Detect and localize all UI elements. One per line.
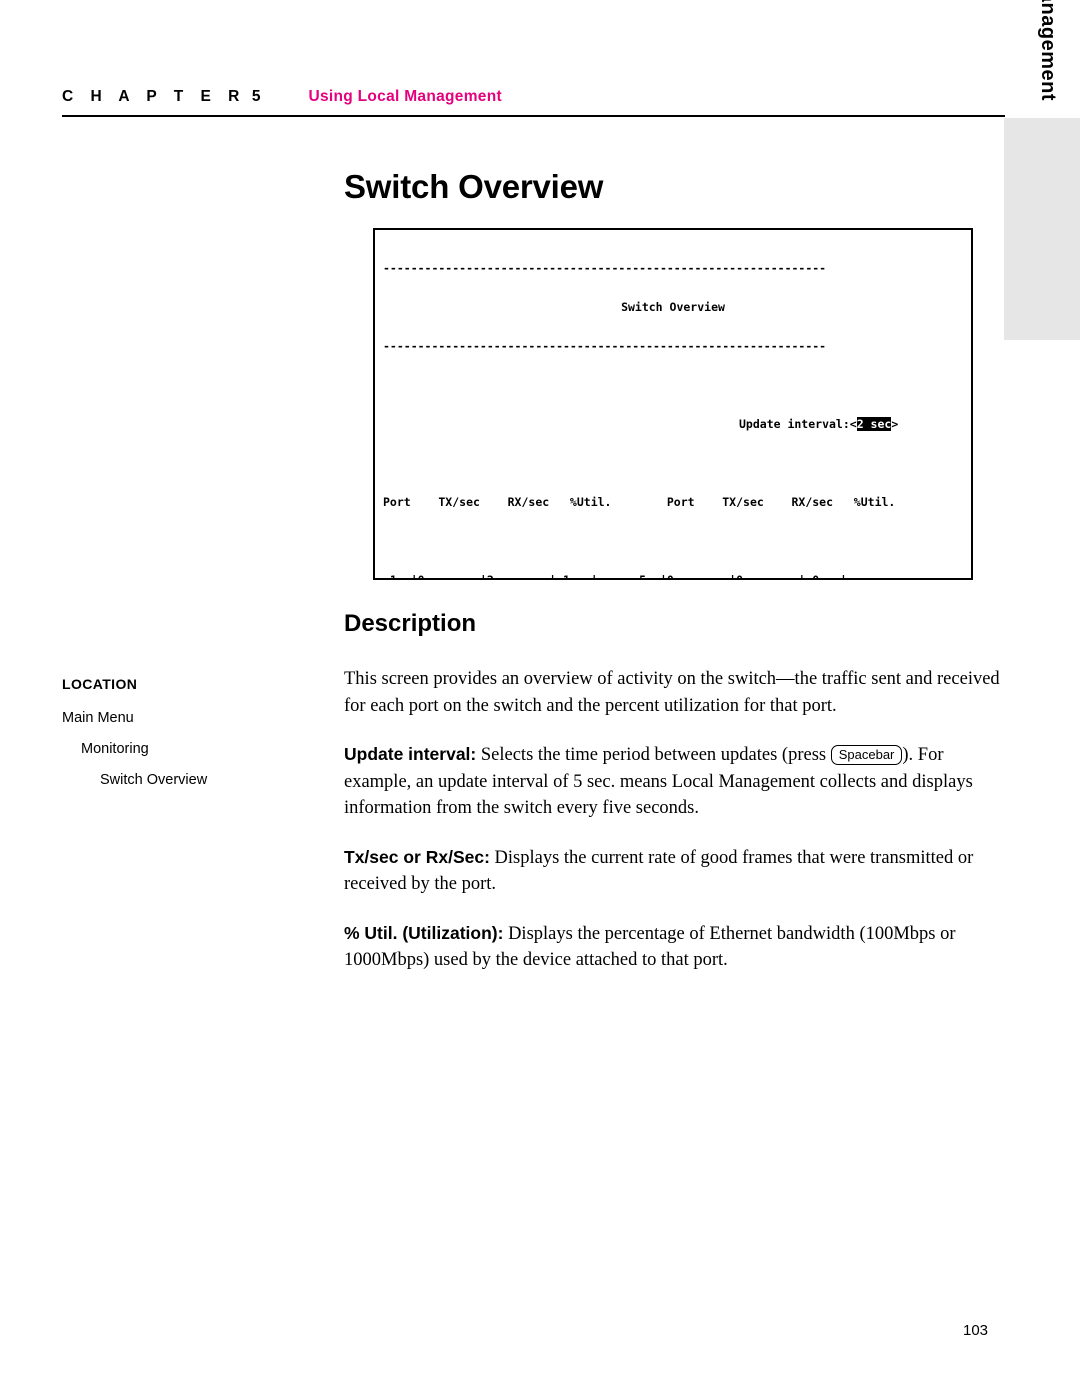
- update-interval-arrow: >: [891, 417, 899, 431]
- header-divider: [62, 115, 1005, 117]
- location-item-monitoring: Monitoring: [81, 741, 149, 757]
- util-term: % Util. (Utilization):: [344, 922, 504, 943]
- update-interval-text-a: Selects the time period between updates …: [476, 745, 831, 765]
- terminal-blank-2: [383, 457, 963, 470]
- side-tab-label: Local Management: [1037, 0, 1059, 102]
- page-title: Switch Overview: [344, 168, 604, 205]
- update-interval-term: Update interval:: [344, 744, 477, 764]
- chapter-word: C H A P T E R: [62, 88, 246, 105]
- terminal-screenshot: ----------------------------------------…: [373, 228, 973, 580]
- spacebar-key: Spacebar: [830, 745, 903, 765]
- txrx-term: Tx/sec or Rx/Sec:: [344, 846, 490, 867]
- location-item-switch-overview: Switch Overview: [100, 772, 208, 788]
- paragraph-txrx: Tx/sec or Rx/Sec: Displays the current r…: [344, 844, 1006, 898]
- terminal-blank-3: [383, 535, 963, 548]
- location-title: LOCATION: [62, 676, 138, 692]
- update-interval-label: Update interval:<: [739, 417, 857, 431]
- description-heading: Description: [344, 610, 477, 637]
- terminal-column-headers: Port TX/sec RX/sec %Util. Port TX/sec RX…: [383, 495, 896, 509]
- chapter-header: C H A P T E R 5 Using Local Management: [62, 88, 1002, 106]
- paragraph-util: % Util. (Utilization): Displays the perc…: [344, 920, 1006, 974]
- page-number: 103: [963, 1322, 989, 1339]
- terminal-rule-top: ----------------------------------------…: [383, 261, 827, 275]
- location-item-main-menu: Main Menu: [62, 710, 134, 726]
- terminal-screen-title: Switch Overview: [621, 300, 725, 314]
- side-tab-background: [1004, 118, 1080, 340]
- terminal-blank-1: [383, 379, 963, 392]
- chapter-number: 5: [251, 88, 261, 105]
- chapter-title: Using Local Management: [308, 88, 502, 105]
- terminal-row: 1 |0 |2 | 1 | 5 |0 |0 | 0 |: [383, 573, 847, 580]
- paragraph-update-interval: Update interval: Selects the time period…: [344, 741, 1006, 822]
- terminal-rule-second: ----------------------------------------…: [383, 339, 827, 353]
- description-body: This screen provides an overview of acti…: [344, 666, 1006, 996]
- paragraph-overview: This screen provides an overview of acti…: [344, 669, 1000, 716]
- terminal-update-interval-row: Update interval:<2 sec>: [383, 417, 963, 431]
- update-interval-value[interactable]: 2 sec: [856, 417, 892, 431]
